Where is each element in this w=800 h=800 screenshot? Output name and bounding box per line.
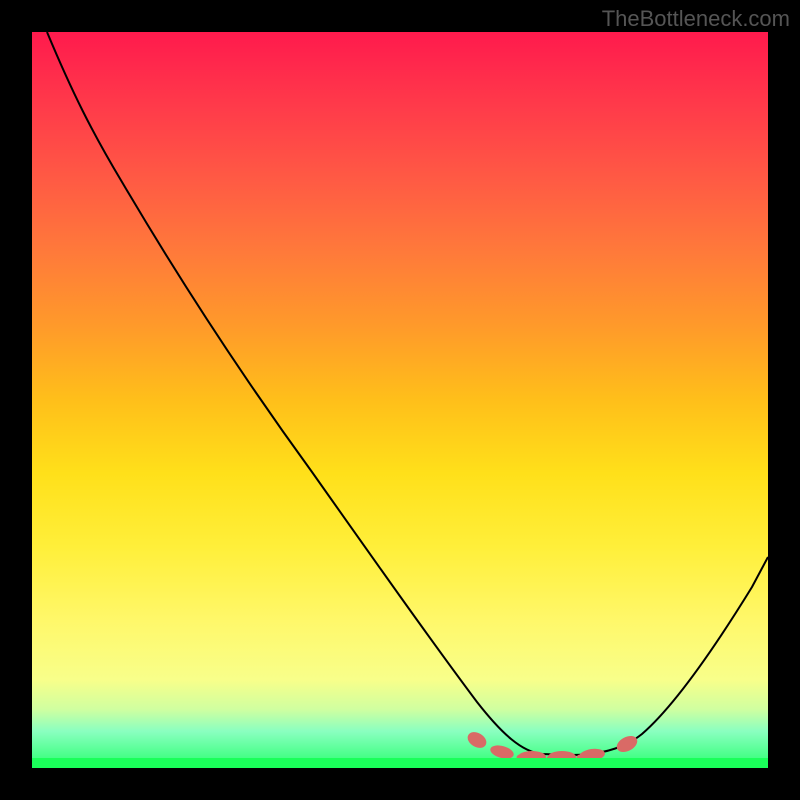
chart-svg — [32, 32, 768, 768]
bottleneck-curve — [47, 32, 768, 755]
optimal-marker-right — [614, 733, 640, 756]
watermark-text: TheBottleneck.com — [602, 6, 790, 32]
optimal-marker-left — [465, 729, 489, 751]
chart-plot-area — [32, 32, 768, 768]
green-base-bar — [32, 758, 768, 768]
